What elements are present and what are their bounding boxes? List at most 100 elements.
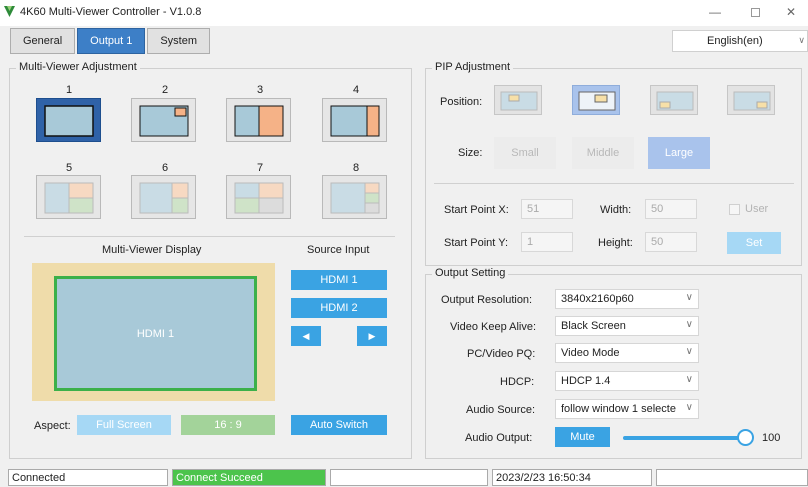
layout-number-2: 2 [161,84,169,96]
position-label: Position: [440,96,483,108]
layout-quad-wide-icon [330,182,380,214]
start-x-field[interactable]: 51 [521,199,573,219]
pip-top-left-icon [500,91,538,111]
size-middle-button[interactable]: Middle [572,137,634,169]
display-title: Multi-Viewer Display [102,244,202,256]
layout-number-3: 3 [256,84,264,96]
volume-slider-track[interactable] [623,436,746,440]
layout-number-4: 4 [352,84,360,96]
display-window-label: HDMI 1 [136,327,175,340]
status-bar: Connected Connect Succeed 2023/2/23 16:5… [0,468,808,487]
layout-8-button[interactable] [322,175,387,219]
pip-position-top-right-button[interactable] [572,85,620,115]
hdcp-select[interactable]: HDCP 1.4 ∨ [555,371,699,391]
pip-bottom-right-icon [733,91,771,111]
aspect-16-9-button[interactable]: 16 : 9 [181,415,275,435]
start-y-label: Start Point Y: [444,237,509,249]
output-resolution-select[interactable]: 3840x2160p60 ∨ [555,289,699,309]
group-title: PIP Adjustment [432,61,514,73]
height-field[interactable]: 50 [645,232,697,252]
aspect-label: Aspect: [34,420,71,432]
user-label: User [745,203,769,215]
volume-slider-handle[interactable] [737,429,754,446]
size-large-button[interactable]: Large [648,137,710,169]
mute-button[interactable]: Mute [555,427,610,447]
pip-position-bottom-right-button[interactable] [727,85,775,115]
audio-source-label: Audio Source: [466,404,536,416]
tab-output-1[interactable]: Output 1 [77,28,146,54]
pc-video-pq-value: Video Mode [561,347,620,359]
user-checkbox[interactable] [729,204,740,215]
language-value: English(en) [707,35,763,47]
video-keep-alive-label: Video Keep Alive: [450,321,537,333]
output-resolution-label: Output Resolution: [441,294,533,306]
tab-system[interactable]: System [147,28,211,54]
width-field[interactable]: 50 [645,199,697,219]
full-screen-button[interactable]: Full Screen [77,415,171,435]
audio-output-label: Audio Output: [465,432,533,444]
status-empty-cell [330,469,488,486]
audio-source-value: follow window 1 selecte [561,403,676,415]
layout-number-5: 5 [65,162,73,174]
pip-position-bottom-left-button[interactable] [650,85,698,115]
layout-5-button[interactable] [36,175,101,219]
layout-3-button[interactable] [226,98,291,142]
video-keep-alive-select[interactable]: Black Screen ∨ [555,316,699,336]
minimize-button[interactable]: — [698,0,732,24]
hdcp-label: HDCP: [500,376,535,388]
pc-video-pq-select[interactable]: Video Mode ∨ [555,343,699,363]
chevron-down-icon: ∨ [685,346,693,357]
layout-single-icon [44,105,94,137]
volume-value: 100 [762,432,781,444]
tab-general[interactable]: General [10,28,76,54]
start-x-label: Start Point X: [444,204,509,216]
previous-source-button[interactable]: ◀ [291,326,321,346]
group-title: Output Setting [432,267,509,279]
layout-number-8: 8 [352,162,360,174]
layout-1-button[interactable] [36,98,101,142]
title-bar: 4K60 Multi-Viewer Controller - V1.0.8 — … [0,0,808,26]
layout-pbp-icon [330,105,380,137]
layout-quad-icon [234,182,284,214]
height-label: Height: [598,237,633,249]
size-label: Size: [458,147,483,159]
divider [434,183,794,184]
layout-number-7: 7 [256,162,264,174]
layout-6-button[interactable] [131,175,196,219]
source-hdmi-1-button[interactable]: HDMI 1 [291,270,387,290]
status-empty-cell [656,469,808,486]
language-select[interactable]: English(en) ∨ [672,30,808,52]
chevron-down-icon: ∨ [685,374,693,385]
display-window-hdmi-1[interactable]: HDMI 1 [54,276,257,391]
next-source-button[interactable]: ▶ [357,326,387,346]
layout-triple-wide-icon [139,182,189,214]
status-datetime: 2023/2/23 16:50:34 [492,469,652,486]
layout-2-button[interactable] [131,98,196,142]
size-small-button[interactable]: Small [494,137,556,169]
caret-left-icon: ◀ [302,330,310,341]
pip-position-top-left-button[interactable] [494,85,542,115]
tab-bar: General Output 1 System [10,28,212,54]
audio-source-select[interactable]: follow window 1 selecte ∨ [555,399,699,419]
divider [24,236,395,237]
width-label: Width: [600,204,632,216]
maximize-button[interactable] [738,0,772,24]
start-y-field[interactable]: 1 [521,232,573,252]
connect-message: Connect Succeed [172,469,326,486]
pip-top-right-icon [578,91,616,111]
chevron-down-icon: ∨ [685,292,693,303]
layout-side-by-side-icon [234,105,284,137]
auto-switch-button[interactable]: Auto Switch [291,415,387,435]
chevron-down-icon: ∨ [798,35,805,45]
layout-number-1: 1 [65,84,73,96]
set-button[interactable]: Set [727,232,781,254]
pip-bottom-left-icon [656,91,694,111]
source-hdmi-2-button[interactable]: HDMI 2 [291,298,387,318]
window-title: 4K60 Multi-Viewer Controller - V1.0.8 [20,6,202,18]
chevron-down-icon: ∨ [685,319,693,330]
layout-pip-icon [139,105,189,137]
layout-7-button[interactable] [226,175,291,219]
close-button[interactable]: ✕ [774,0,808,24]
pc-video-pq-label: PC/Video PQ: [467,348,536,360]
layout-4-button[interactable] [322,98,387,142]
